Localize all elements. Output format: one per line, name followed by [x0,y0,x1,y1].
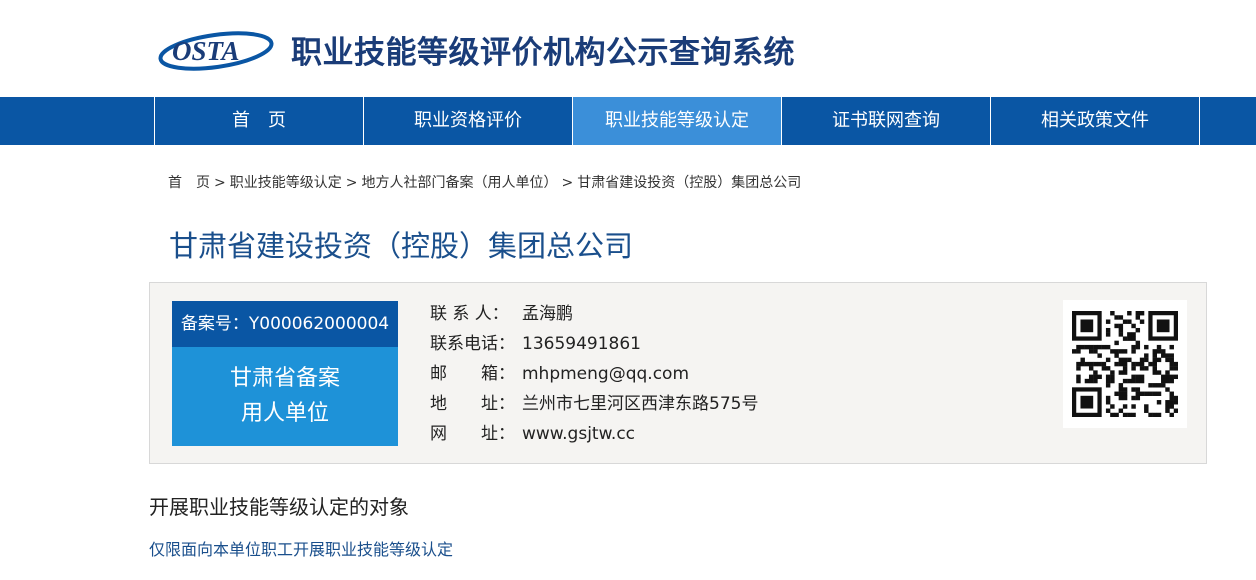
contact-value: 孟海鹏 [522,304,573,324]
contact-value: 兰州市七里河区西津东路575号 [522,394,759,414]
site-header: OSTA 职业技能等级评价机构公示查询系统 [0,0,1256,97]
breadcrumb-current: 甘肃省建设投资（控股）集团总公司 [577,175,802,191]
breadcrumb: 首 页 > 职业技能等级认定 > 地方人社部门备案（用人单位） > 甘肃省建设投资（控股）集… [168,175,802,191]
section-title: 开展职业技能等级认定的对象 [149,495,409,519]
page-title: 甘肃省建设投资（控股）集团总公司 [169,229,634,263]
main-nav: 首 页 职业资格评价 职业技能等级认定 证书联网查询 相关政策文件 [0,97,1256,145]
contact-label: 联 系 人： [430,304,509,324]
contact-label: 联系电话： [430,334,515,354]
contact-label: 地 址： [430,394,515,414]
breadcrumb-home[interactable]: 首 页 [168,175,210,191]
breadcrumb-skill-level[interactable]: 职业技能等级认定 [230,175,342,191]
qr-code-icon [1072,311,1178,417]
contact-phone-row: 联系电话： 13659491861 [430,329,758,359]
nav-item-skill-level[interactable]: 职业技能等级认定 [572,97,781,145]
record-badge: 备案号：Y000062000004 甘肃省备案 用人单位 [172,301,398,446]
contact-info: 联 系 人： 孟海鹏 联系电话： 13659491861 邮 箱： mhpmeng@q… [430,299,758,449]
record-type-line2: 用人单位 [240,401,329,426]
site-title: 职业技能等级评价机构公示查询系统 [291,35,795,71]
contact-value: www.gsjtw.cc [522,424,636,444]
contact-value: 13659491861 [522,334,641,354]
contact-person-row: 联 系 人： 孟海鹏 [430,299,758,329]
contact-label: 邮 箱： [430,364,515,384]
contact-value: mhpmeng@qq.com [522,364,690,384]
breadcrumb-local-record[interactable]: 地方人社部门备案（用人单位） [361,175,557,191]
record-type: 甘肃省备案 用人单位 [172,347,398,446]
org-info-panel: 备案号：Y000062000004 甘肃省备案 用人单位 联 系 人： 孟海鹏 联… [149,282,1207,464]
qr-code [1063,300,1187,428]
contact-website-row: 网 址： www.gsjtw.cc [430,419,758,449]
nav-item-policy[interactable]: 相关政策文件 [990,97,1199,145]
contact-address-row: 地 址： 兰州市七里河区西津东路575号 [430,389,758,419]
nav-item-qualification[interactable]: 职业资格评价 [363,97,572,145]
contact-label: 网 址： [430,424,515,444]
contact-email-row: 邮 箱： mhpmeng@qq.com [430,359,758,389]
nav-item-certificate-query[interactable]: 证书联网查询 [781,97,990,145]
osta-logo[interactable]: OSTA [158,24,278,74]
nav-item-home[interactable]: 首 页 [154,97,363,145]
logo-text: OSTA [172,36,240,66]
record-number: 备案号：Y000062000004 [172,301,398,347]
section-text: 仅限面向本单位职工开展职业技能等级认定 [149,540,454,559]
record-type-line1: 甘肃省备案 [229,366,340,391]
nav-divider [1199,97,1200,145]
